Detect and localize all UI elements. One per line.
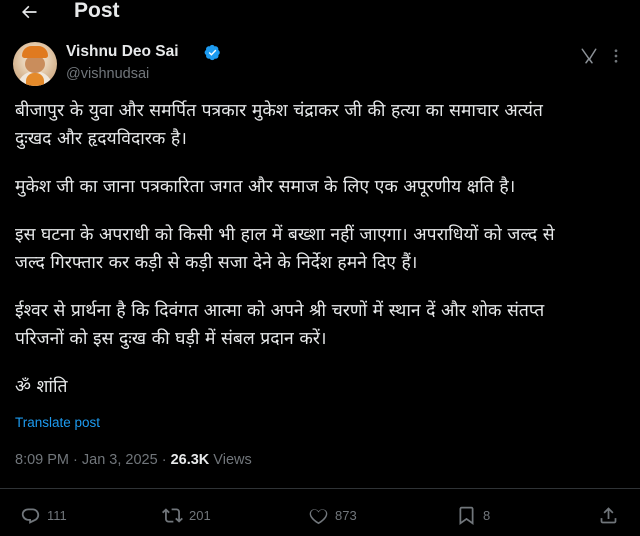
top-bar: Post — [0, 0, 640, 24]
divider — [0, 488, 640, 489]
post-paragraph: इस घटना के अपराधी को किसी भी हाल में बख्… — [15, 225, 555, 273]
repost-count: 201 — [189, 507, 211, 523]
more-options-button[interactable] — [606, 46, 626, 66]
reply-count: 111 — [47, 507, 67, 523]
meta-separator: · — [157, 452, 171, 468]
repost-button[interactable]: 201 — [162, 503, 211, 527]
post-date[interactable]: Jan 3, 2025 — [82, 452, 158, 468]
heart-icon — [309, 508, 328, 524]
translate-post-link[interactable]: Translate post — [15, 415, 100, 430]
grok-icon — [581, 48, 597, 64]
back-button[interactable] — [16, 0, 42, 24]
repost-icon — [162, 507, 183, 523]
author-display-name[interactable]: Vishnu Deo Sai — [66, 43, 179, 61]
meta-separator: · — [69, 452, 82, 468]
post-paragraph: बीजापुर के युवा और समर्पित पत्रकार मुकेश… — [15, 101, 543, 149]
avatar-hat — [22, 46, 48, 58]
post-paragraph: ॐ शांति — [15, 377, 68, 397]
arrow-left-icon — [22, 5, 37, 19]
author-handle[interactable]: @vishnudsai — [66, 66, 149, 82]
bookmark-button[interactable]: 8 — [456, 503, 490, 527]
share-button[interactable] — [598, 503, 619, 527]
page-title: Post — [74, 0, 120, 22]
avatar[interactable] — [13, 42, 57, 86]
views-label: Views — [209, 452, 252, 468]
grok-button[interactable] — [578, 46, 600, 66]
post-text: बीजापुर के युवा और समर्पित पत्रकार मुकेश… — [15, 97, 625, 401]
post-paragraph: ईश्वर से प्रार्थना है कि दिवंगत आत्मा को… — [15, 301, 545, 349]
avatar-scarf — [26, 73, 44, 86]
post-time[interactable]: 8:09 PM — [15, 452, 69, 468]
views-count: 26.3K — [170, 452, 210, 468]
bookmark-count: 8 — [483, 507, 491, 523]
like-count: 873 — [335, 507, 357, 523]
post-metadata: 8:09 PM · Jan 3, 2025 · 26.3K Views — [15, 452, 252, 468]
verified-badge-icon[interactable] — [204, 44, 221, 61]
action-bar: 111 201 873 8 — [0, 497, 640, 533]
post-author: Vishnu Deo Sai @vishnudsai — [13, 42, 626, 88]
like-button[interactable]: 873 — [308, 503, 357, 527]
bookmark-icon — [459, 506, 474, 525]
reply-icon — [21, 508, 40, 524]
share-icon — [600, 506, 617, 523]
post-paragraph: मुकेश जी का जाना पत्रकारिता जगत और समाज … — [15, 177, 516, 197]
more-dots-icon — [614, 49, 618, 63]
reply-button[interactable]: 111 — [20, 503, 67, 527]
